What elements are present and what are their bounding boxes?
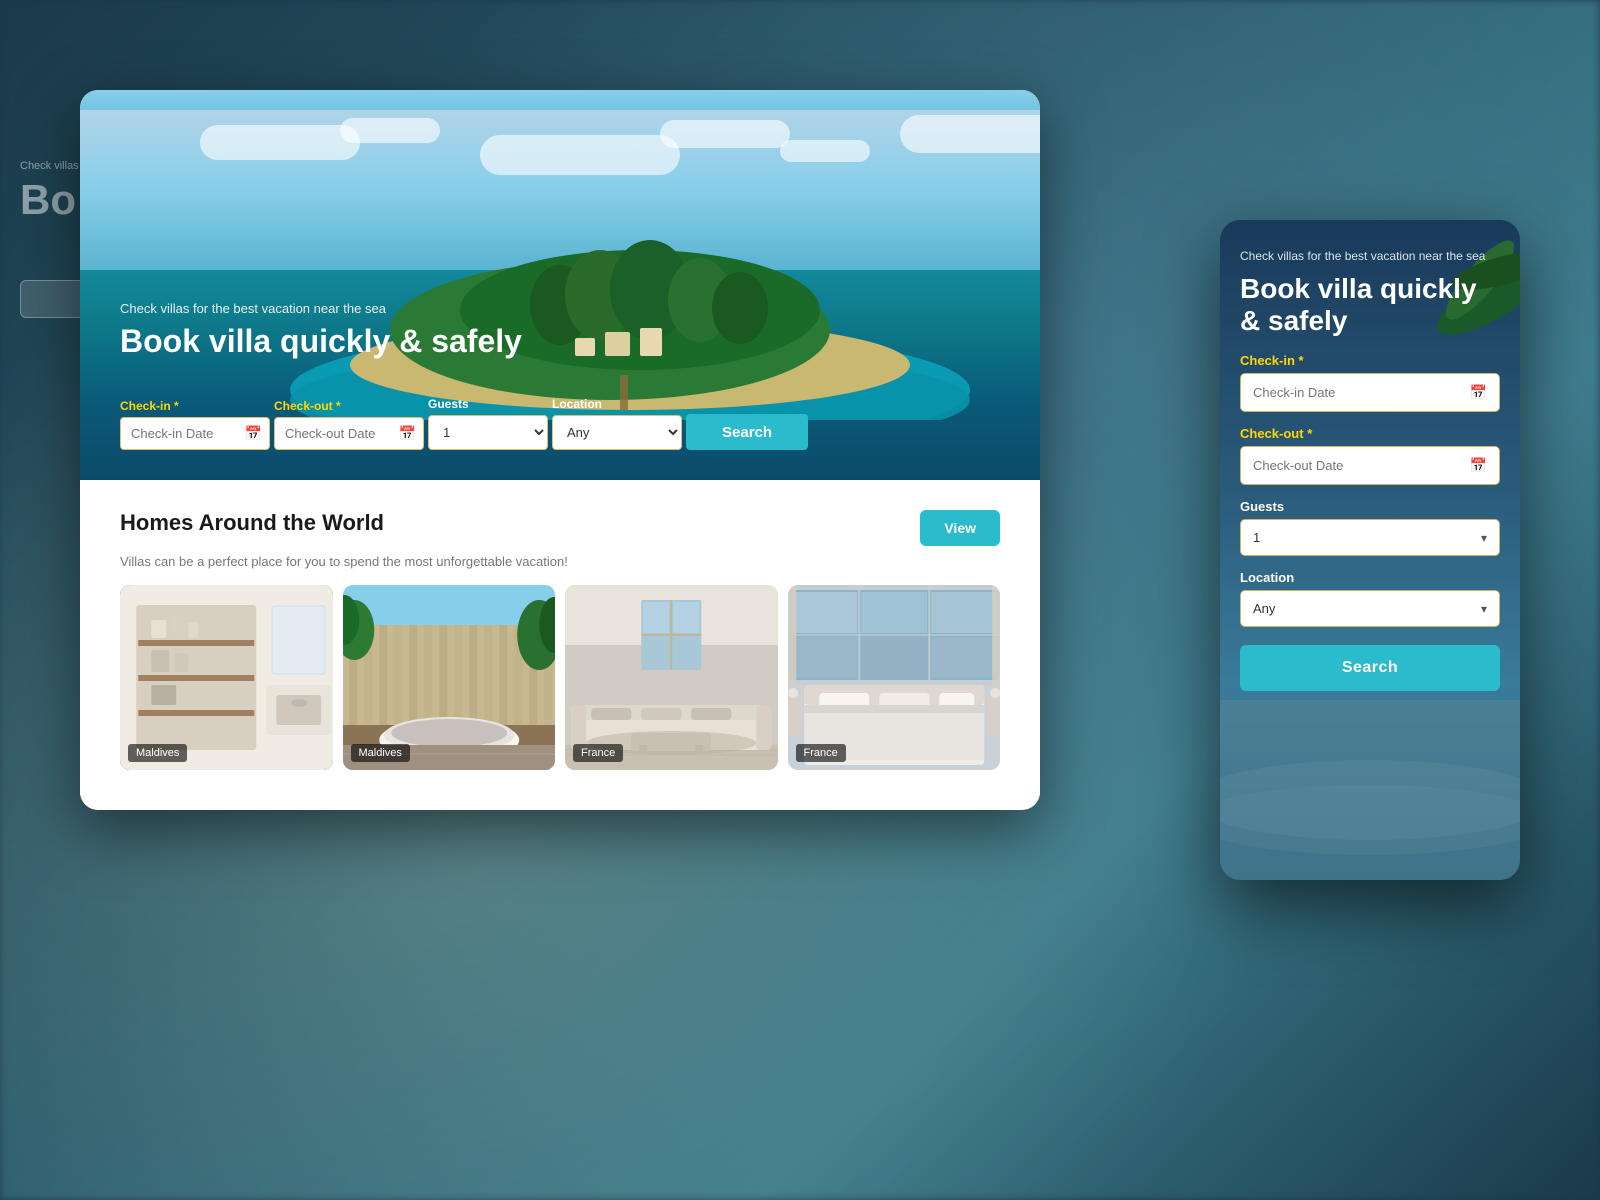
mobile-checkin-cal-icon: 📅 — [1470, 384, 1487, 401]
section-subtitle: Villas can be a perfect place for you to… — [120, 554, 1000, 569]
checkin-label: Check-in * — [120, 399, 270, 413]
property-card-1[interactable]: Maldives — [120, 585, 333, 770]
property-card-3[interactable]: France — [565, 585, 778, 770]
mobile-card: Check villas for the best vacation near … — [1220, 220, 1520, 880]
section-header: Homes Around the World View — [120, 510, 1000, 546]
checkin-field: Check-in * 📅 — [120, 399, 270, 450]
mobile-checkout-label: Check-out * — [1240, 426, 1500, 441]
hero-section: Check villas for the best vacation near … — [80, 90, 1040, 480]
property-card-4[interactable]: France — [788, 585, 1001, 770]
location-select[interactable]: Any Maldives France Bali Italy Greece — [552, 415, 682, 450]
mobile-location-select-wrap: Any Maldives France Bali Italy Greece ▾ — [1240, 590, 1500, 627]
hero-text: Check villas for the best vacation near … — [120, 301, 522, 360]
mobile-checkin-field: Check-in * 📅 — [1240, 353, 1500, 412]
property-tag-1: Maldives — [128, 744, 187, 762]
mobile-checkin-label: Check-in * — [1240, 353, 1500, 368]
hero-subtitle: Check villas for the best vacation near … — [120, 301, 522, 316]
property-img-4 — [788, 585, 1001, 770]
location-field: Location Any Maldives France Bali Italy … — [552, 397, 682, 450]
cloud-3 — [480, 135, 680, 175]
cloud-1 — [200, 125, 360, 160]
mobile-checkin-input-wrap: 📅 — [1240, 373, 1500, 412]
guests-field: Guests 1 2 3 4 5 6+ — [428, 397, 548, 450]
guests-label: Guests — [428, 397, 548, 411]
section-title-wrap: Homes Around the World — [120, 510, 384, 536]
view-all-button[interactable]: View — [920, 510, 1000, 546]
property-grid: Maldives — [120, 585, 1000, 770]
checkout-label: Check-out * — [274, 399, 424, 413]
mobile-guests-select-wrap: 1 2 3 4 5 6+ ▾ — [1240, 519, 1500, 556]
mobile-search-button[interactable]: Search — [1240, 645, 1500, 691]
mobile-checkout-field: Check-out * 📅 — [1240, 426, 1500, 485]
property-img-3 — [565, 585, 778, 770]
mobile-guests-label: Guests — [1240, 499, 1500, 514]
guests-chevron-icon: ▾ — [1481, 531, 1487, 545]
mobile-header: Check villas for the best vacation near … — [1240, 248, 1500, 337]
checkin-input-wrap: 📅 — [120, 417, 270, 450]
mobile-checkout-input[interactable] — [1253, 458, 1470, 473]
property-tag-2: Maldives — [351, 744, 410, 762]
location-label: Location — [552, 397, 682, 411]
mobile-location-label: Location — [1240, 570, 1500, 585]
cloud-4 — [660, 120, 790, 148]
hero-search-button[interactable]: Search — [686, 414, 808, 450]
mobile-guests-select[interactable]: 1 2 3 4 5 6+ — [1253, 530, 1481, 545]
mobile-guests-field: Guests 1 2 3 4 5 6+ ▾ — [1240, 499, 1500, 556]
hero-title: Book villa quickly & safely — [120, 322, 522, 360]
cloud-2 — [340, 118, 440, 143]
mobile-form: Check-in * 📅 Check-out * 📅 Gues — [1240, 353, 1500, 691]
property-tag-3: France — [573, 744, 623, 762]
guests-select[interactable]: 1 2 3 4 5 6+ — [428, 415, 548, 450]
property-img-2 — [343, 585, 556, 770]
mobile-checkin-input[interactable] — [1253, 385, 1470, 400]
location-chevron-icon: ▾ — [1481, 602, 1487, 616]
mobile-content: Check villas for the best vacation near … — [1240, 248, 1500, 691]
mobile-location-field: Location Any Maldives France Bali Italy … — [1240, 570, 1500, 627]
hero-search-bar: Check-in * 📅 Check-out * 📅 Guests — [120, 397, 1000, 450]
property-tag-4: France — [796, 744, 846, 762]
section-title: Homes Around the World — [120, 510, 384, 536]
mobile-location-select[interactable]: Any Maldives France Bali Italy Greece — [1253, 601, 1481, 616]
mobile-header-subtitle: Check villas for the best vacation near … — [1240, 248, 1500, 265]
cloud-6 — [900, 115, 1040, 153]
property-img-1 — [120, 585, 333, 770]
mobile-checkout-input-wrap: 📅 — [1240, 446, 1500, 485]
checkout-input[interactable] — [274, 417, 424, 450]
content-section: Homes Around the World View Villas can b… — [80, 480, 1040, 800]
main-card: Check villas for the best vacation near … — [80, 90, 1040, 810]
cloud-5 — [780, 140, 870, 162]
checkin-input[interactable] — [120, 417, 270, 450]
checkout-field: Check-out * 📅 — [274, 399, 424, 450]
mobile-header-title: Book villa quickly & safely — [1240, 273, 1500, 337]
checkout-input-wrap: 📅 — [274, 417, 424, 450]
mobile-checkout-cal-icon: 📅 — [1470, 457, 1487, 474]
property-card-2[interactable]: Maldives — [343, 585, 556, 770]
